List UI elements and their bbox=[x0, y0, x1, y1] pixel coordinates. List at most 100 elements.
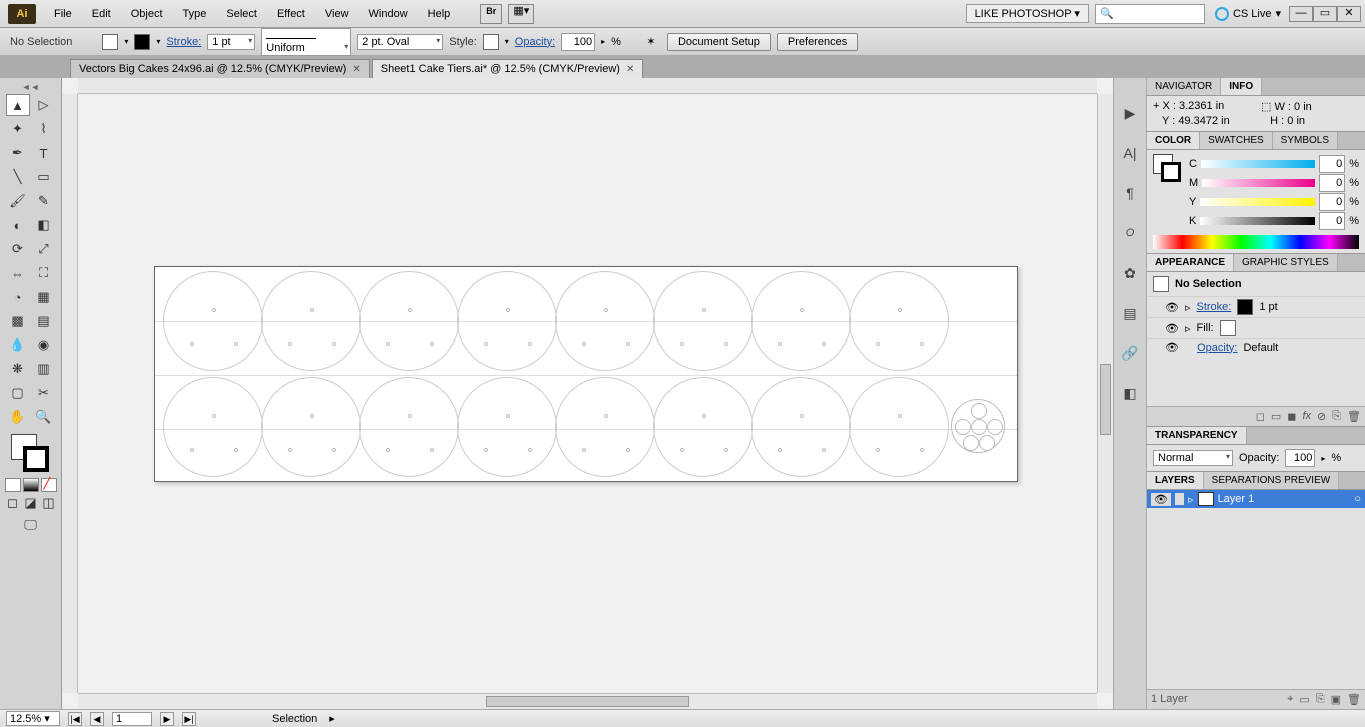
tab-symbols[interactable]: SYMBOLS bbox=[1273, 132, 1338, 149]
window-maximize[interactable]: ▭ bbox=[1313, 6, 1337, 22]
tab-navigator[interactable]: NAVIGATOR bbox=[1147, 78, 1221, 95]
fill-stroke-control[interactable] bbox=[11, 434, 51, 474]
duplicate-icon[interactable]: ⎘ bbox=[1332, 410, 1341, 423]
arrange-button[interactable]: ▦▾ bbox=[508, 4, 534, 24]
magic-wand-tool[interactable]: ✦ bbox=[6, 118, 30, 140]
fill-swatch[interactable] bbox=[102, 34, 118, 50]
tab-separations[interactable]: SEPARATIONS PREVIEW bbox=[1204, 472, 1340, 489]
tab-layers[interactable]: LAYERS bbox=[1147, 472, 1204, 489]
menu-file[interactable]: File bbox=[44, 4, 82, 24]
layer-row[interactable]: 👁 ▹ Layer 1 ○ bbox=[1147, 490, 1365, 508]
menu-help[interactable]: Help bbox=[418, 4, 461, 24]
perspective-tool[interactable]: ▦ bbox=[32, 286, 56, 308]
rectangle-tool[interactable]: ▭ bbox=[32, 166, 56, 188]
clear-icon[interactable]: ⊘ bbox=[1317, 410, 1326, 423]
blend-mode-dropdown[interactable]: Normal bbox=[1153, 450, 1233, 466]
canvas-area[interactable] bbox=[62, 78, 1113, 709]
stroke-color[interactable] bbox=[23, 446, 49, 472]
menu-view[interactable]: View bbox=[315, 4, 359, 24]
tab-swatches[interactable]: SWATCHES bbox=[1200, 132, 1273, 149]
opacity-link[interactable]: Opacity: bbox=[515, 36, 555, 48]
search-input[interactable]: 🔍 bbox=[1095, 4, 1205, 24]
tab-transparency[interactable]: TRANSPARENCY bbox=[1147, 427, 1247, 444]
cyan-input[interactable] bbox=[1319, 155, 1345, 173]
tab-appearance[interactable]: APPEARANCE bbox=[1147, 254, 1234, 271]
gradient-tool[interactable]: ▤ bbox=[32, 310, 56, 332]
make-clip-icon[interactable]: ▭ bbox=[1299, 693, 1309, 706]
bridge-button[interactable]: Br bbox=[480, 4, 502, 24]
hand-tool[interactable]: ✋ bbox=[6, 406, 30, 428]
eyedropper-tool[interactable]: 💧 bbox=[6, 334, 30, 356]
actions-icon[interactable]: ◧ bbox=[1119, 382, 1141, 404]
locate-icon[interactable]: ⌖ bbox=[1287, 693, 1293, 706]
blob-brush-tool[interactable]: ◐ bbox=[6, 214, 30, 236]
ruler-vertical[interactable] bbox=[62, 94, 78, 693]
direct-selection-tool[interactable]: ▷ bbox=[32, 94, 56, 116]
none-mode[interactable]: ╱ bbox=[41, 478, 57, 492]
appearance-stroke[interactable]: Stroke: bbox=[1197, 301, 1232, 313]
eye-icon[interactable]: 👁 bbox=[1151, 493, 1171, 506]
menu-window[interactable]: Window bbox=[359, 4, 418, 24]
menu-type[interactable]: Type bbox=[173, 4, 217, 24]
magenta-slider[interactable] bbox=[1202, 179, 1315, 187]
add-stroke-icon[interactable]: ▭ bbox=[1271, 410, 1281, 423]
scale-tool[interactable]: ⤢ bbox=[32, 238, 56, 260]
black-input[interactable] bbox=[1319, 212, 1345, 230]
close-icon[interactable]: ✕ bbox=[352, 64, 360, 75]
shape-builder-tool[interactable]: ◔ bbox=[6, 286, 30, 308]
draw-behind[interactable]: ◪ bbox=[23, 496, 39, 510]
screen-mode[interactable]: 🖵 bbox=[19, 514, 43, 536]
delete-icon[interactable]: 🗑 bbox=[1347, 410, 1361, 423]
magenta-input[interactable] bbox=[1319, 174, 1345, 192]
zoom-dropdown[interactable]: 12.5% ▾ bbox=[6, 711, 60, 726]
black-slider[interactable] bbox=[1200, 217, 1315, 225]
pen-tool[interactable]: ✒ bbox=[6, 142, 30, 164]
draw-inside[interactable]: ◫ bbox=[41, 496, 57, 510]
opentype-icon[interactable]: O bbox=[1119, 222, 1141, 244]
free-transform-tool[interactable]: ⛶ bbox=[32, 262, 56, 284]
menu-object[interactable]: Object bbox=[121, 4, 173, 24]
yellow-input[interactable] bbox=[1319, 193, 1345, 211]
close-icon[interactable]: ✕ bbox=[626, 64, 634, 75]
artboard-tool[interactable]: ▢ bbox=[6, 382, 30, 404]
style-swatch[interactable] bbox=[483, 34, 499, 50]
delete-layer-icon[interactable]: 🗑 bbox=[1347, 693, 1361, 706]
artboard-number[interactable]: 1 bbox=[112, 712, 152, 726]
character-icon[interactable]: A| bbox=[1119, 142, 1141, 164]
graph-tool[interactable]: ▥ bbox=[32, 358, 56, 380]
new-layer-icon[interactable]: ▣ bbox=[1331, 693, 1341, 706]
document-setup-button[interactable]: Document Setup bbox=[667, 33, 771, 51]
rotate-tool[interactable]: ⟳ bbox=[6, 238, 30, 260]
width-profile-dropdown[interactable]: 2 pt. Oval bbox=[357, 34, 443, 50]
new-sublayer-icon[interactable]: ⎘ bbox=[1316, 693, 1325, 706]
preferences-button[interactable]: Preferences bbox=[777, 33, 858, 51]
window-close[interactable]: ✕ bbox=[1337, 6, 1361, 22]
stroke-swatch[interactable] bbox=[134, 34, 150, 50]
ruler-horizontal[interactable] bbox=[78, 78, 1097, 94]
transparency-opacity-input[interactable] bbox=[1285, 449, 1315, 467]
tab-graphic-styles[interactable]: GRAPHIC STYLES bbox=[1234, 254, 1338, 271]
width-tool[interactable]: ⇔ bbox=[6, 262, 30, 284]
appearance-opacity[interactable]: Opacity: bbox=[1197, 342, 1237, 354]
stroke-link[interactable]: Stroke: bbox=[166, 36, 201, 48]
pencil-tool[interactable]: ✎ bbox=[32, 190, 56, 212]
menu-edit[interactable]: Edit bbox=[82, 4, 121, 24]
new-art-icon[interactable]: ◻ bbox=[1256, 410, 1265, 423]
menu-effect[interactable]: Effect bbox=[267, 4, 315, 24]
recolor-icon[interactable]: ✶ bbox=[641, 35, 661, 48]
fx-icon[interactable]: fx bbox=[1302, 410, 1311, 423]
scrollbar-vertical[interactable] bbox=[1097, 94, 1113, 693]
tab-info[interactable]: INFO bbox=[1221, 78, 1262, 95]
scrollbar-horizontal[interactable] bbox=[78, 693, 1097, 709]
mesh-tool[interactable]: ▩ bbox=[6, 310, 30, 332]
play-icon[interactable]: ▶ bbox=[1119, 102, 1141, 124]
slice-tool[interactable]: ✂ bbox=[32, 382, 56, 404]
selection-tool[interactable]: ▲ bbox=[6, 94, 30, 116]
first-artboard-button[interactable]: |◀ bbox=[68, 712, 82, 726]
appearance-fill[interactable]: Fill: bbox=[1197, 322, 1214, 334]
prev-artboard-button[interactable]: ◀ bbox=[90, 712, 104, 726]
window-minimize[interactable]: — bbox=[1289, 6, 1313, 22]
document-tab-2[interactable]: Sheet1 Cake Tiers.ai* @ 12.5% (CMYK/Prev… bbox=[372, 59, 644, 78]
eye-icon[interactable]: 👁 bbox=[1165, 341, 1179, 354]
brush-dropdown[interactable]: Uniform bbox=[261, 28, 351, 56]
